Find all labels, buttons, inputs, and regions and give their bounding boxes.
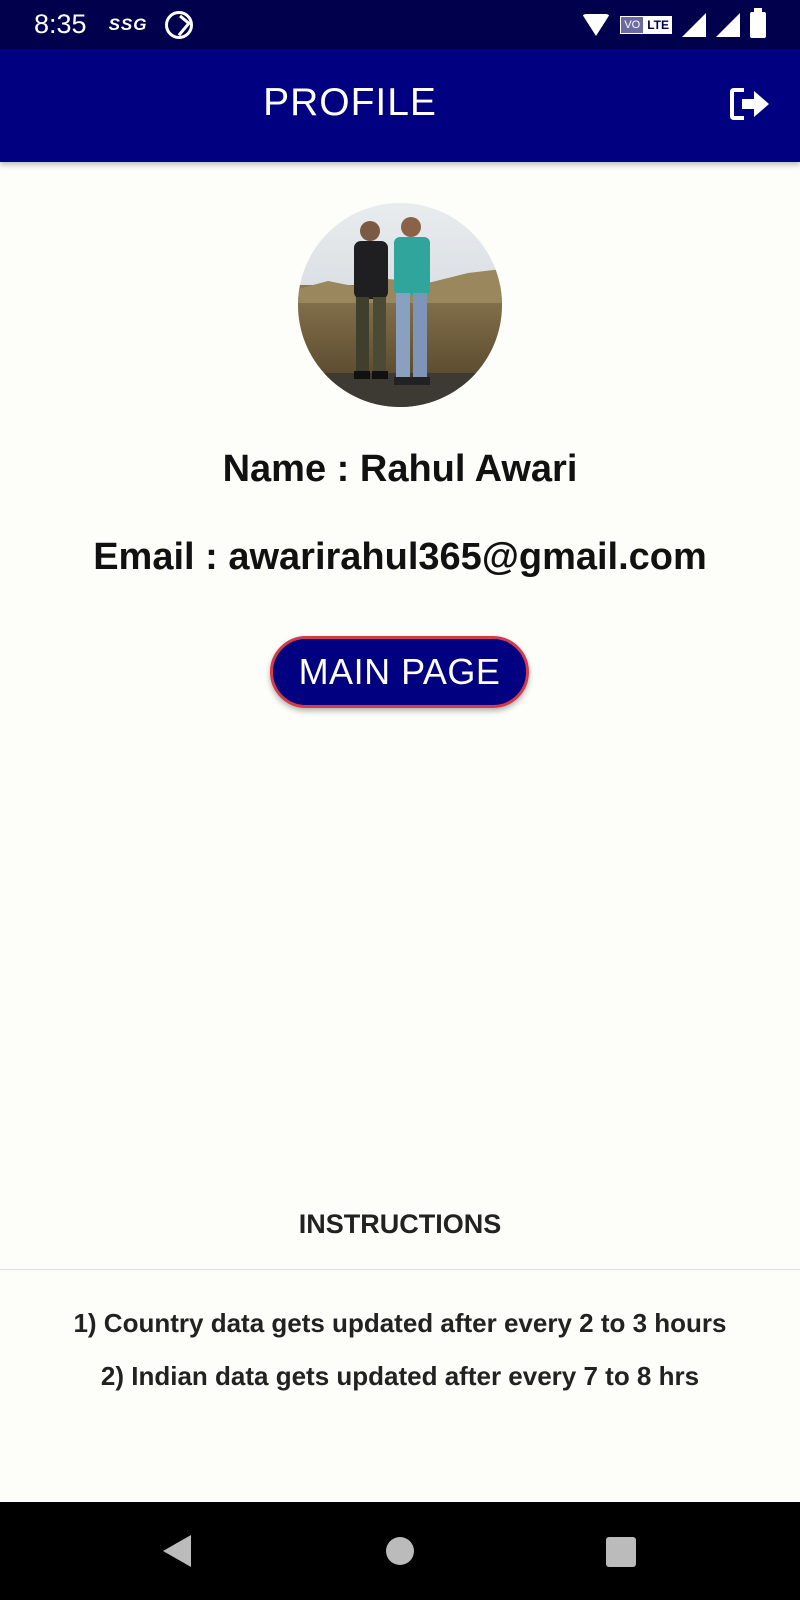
profile-email: Email : awarirahul365@gmail.com xyxy=(93,536,707,578)
battery-icon xyxy=(750,7,766,38)
main-page-button[interactable]: MAIN PAGE xyxy=(270,636,529,708)
app-bar: PROFILE xyxy=(0,49,800,162)
profile-avatar xyxy=(298,203,502,407)
status-indicators: VO LTE xyxy=(582,7,766,38)
recents-icon[interactable] xyxy=(606,1537,636,1567)
divider xyxy=(0,1269,800,1270)
instructions-title: INSTRUCTIONS xyxy=(298,1209,502,1239)
page-title: PROFILE xyxy=(263,81,437,124)
signal-icon xyxy=(682,12,706,37)
volte-badge: VO xyxy=(620,15,645,34)
status-time: 8:35 xyxy=(34,9,87,39)
instruction-item-1: 1) Country data gets updated after every… xyxy=(73,1308,727,1338)
signal-icon-2 xyxy=(716,12,740,37)
back-icon[interactable] xyxy=(163,1535,191,1567)
wifi-icon xyxy=(582,13,611,36)
instruction-item-2: 2) Indian data gets updated after every … xyxy=(100,1361,700,1391)
status-carrier: SSG xyxy=(108,14,148,34)
lte-badge: LTE xyxy=(644,15,672,34)
profile-name: Name : Rahul Awari xyxy=(222,448,578,490)
logout-icon[interactable] xyxy=(730,87,772,121)
system-nav-bar xyxy=(0,1502,800,1600)
notification-icon xyxy=(165,10,194,39)
status-bar: 8:35 SSG VO LTE xyxy=(0,0,800,49)
home-icon[interactable] xyxy=(386,1537,414,1565)
